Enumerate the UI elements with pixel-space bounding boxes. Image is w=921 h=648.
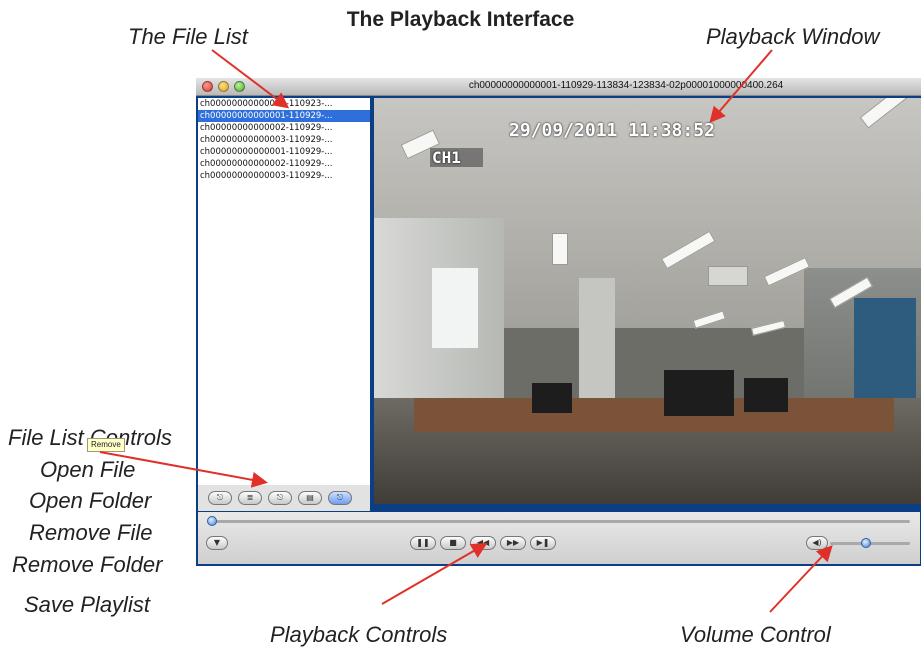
- window-title: ch00000000000001-110929-113834-123834-02…: [468, 80, 784, 91]
- video-scene-window: [432, 268, 478, 348]
- video-scene-monitor: [744, 378, 788, 412]
- fast-forward-icon: ▶▶: [506, 538, 520, 547]
- file-list-item[interactable]: ch00000000000001-110929-...: [198, 110, 370, 122]
- file-list-caption: The File List: [128, 24, 248, 49]
- list-icon: ≣: [246, 493, 254, 502]
- window-titlebar[interactable]: ch00000000000001-110929-113834-123834-02…: [196, 78, 921, 96]
- remove-folder-caption: Remove Folder: [12, 552, 163, 577]
- video-scene-ceiling-light: [552, 233, 568, 265]
- playback-window[interactable]: 29/09/2011 11:38:52 CH1: [374, 98, 921, 504]
- video-channel-label: CH1: [430, 148, 483, 167]
- volume-slider-knob[interactable]: [861, 538, 871, 548]
- video-scene-ac-unit: [708, 266, 748, 286]
- playback-toolbar: ▼ ❚❚ ■ ◀◀ ▶▶ ▶❚ ◀): [198, 512, 920, 564]
- mute-button[interactable]: ◀): [806, 536, 828, 550]
- remove-tooltip: Remove: [87, 438, 125, 452]
- file-list-item[interactable]: ch00000000000001-110923-...: [198, 98, 370, 110]
- remove-folder-button[interactable]: ▤: [298, 491, 322, 505]
- step-forward-icon: ▶❚: [536, 538, 550, 547]
- player-window: ch00000000000001-110929-113834-123834-02…: [196, 78, 921, 566]
- volume-slider[interactable]: [830, 538, 910, 548]
- volume-control-caption: Volume Control: [680, 622, 831, 647]
- rewind-icon: ◀◀: [476, 538, 490, 547]
- file-list-item[interactable]: ch00000000000003-110929-...: [198, 170, 370, 182]
- open-folder-button[interactable]: ≣: [238, 491, 262, 505]
- file-list[interactable]: ch00000000000001-110923-... ch00000000000…: [198, 98, 370, 504]
- video-scene-monitor: [664, 370, 734, 416]
- video-scene-desk: [414, 398, 894, 432]
- snapshot-button[interactable]: ▼: [206, 536, 228, 550]
- fast-forward-button[interactable]: ▶▶: [500, 536, 526, 550]
- pause-icon: ❚❚: [416, 538, 430, 547]
- playback-window-caption: Playback Window: [706, 24, 880, 49]
- file-list-controls: ⎋ ≣ ⎋ ▤ ⎋: [198, 485, 370, 511]
- open-file-icon: ⎋: [216, 493, 224, 502]
- next-frame-button[interactable]: ▶❚: [530, 536, 556, 550]
- file-list-item[interactable]: ch00000000000002-110929-...: [198, 122, 370, 134]
- remove-file-icon: ⎋: [276, 493, 284, 502]
- open-file-button[interactable]: ⎋: [208, 491, 232, 505]
- open-folder-caption: Open Folder: [29, 488, 152, 513]
- close-window-button[interactable]: [202, 81, 213, 92]
- pause-button[interactable]: ❚❚: [410, 536, 436, 550]
- file-list-item[interactable]: ch00000000000001-110929-...: [198, 146, 370, 158]
- playback-controls-caption: Playback Controls: [270, 622, 448, 647]
- progress-slider-knob[interactable]: [207, 516, 217, 526]
- video-timestamp: 29/09/2011 11:38:52: [509, 120, 715, 141]
- stop-button[interactable]: ■: [440, 536, 466, 550]
- video-scene-monitor: [532, 383, 572, 413]
- speaker-icon: ◀): [812, 538, 822, 547]
- save-playlist-caption: Save Playlist: [24, 592, 150, 617]
- progress-slider[interactable]: [207, 516, 910, 526]
- remove-file-caption: Remove File: [29, 520, 153, 545]
- camera-icon: ▼: [213, 538, 221, 547]
- remove-folder-icon: ▤: [306, 493, 314, 502]
- zoom-window-button[interactable]: [234, 81, 245, 92]
- minimize-window-button[interactable]: [218, 81, 229, 92]
- open-file-caption: Open File: [40, 457, 136, 482]
- file-list-item[interactable]: ch00000000000003-110929-...: [198, 134, 370, 146]
- rewind-button[interactable]: ◀◀: [470, 536, 496, 550]
- stop-icon: ■: [449, 538, 457, 547]
- save-icon: ⎋: [336, 493, 344, 502]
- save-playlist-button[interactable]: ⎋: [328, 491, 352, 505]
- remove-file-button[interactable]: ⎋: [268, 491, 292, 505]
- file-list-item[interactable]: ch00000000000002-110929-...: [198, 158, 370, 170]
